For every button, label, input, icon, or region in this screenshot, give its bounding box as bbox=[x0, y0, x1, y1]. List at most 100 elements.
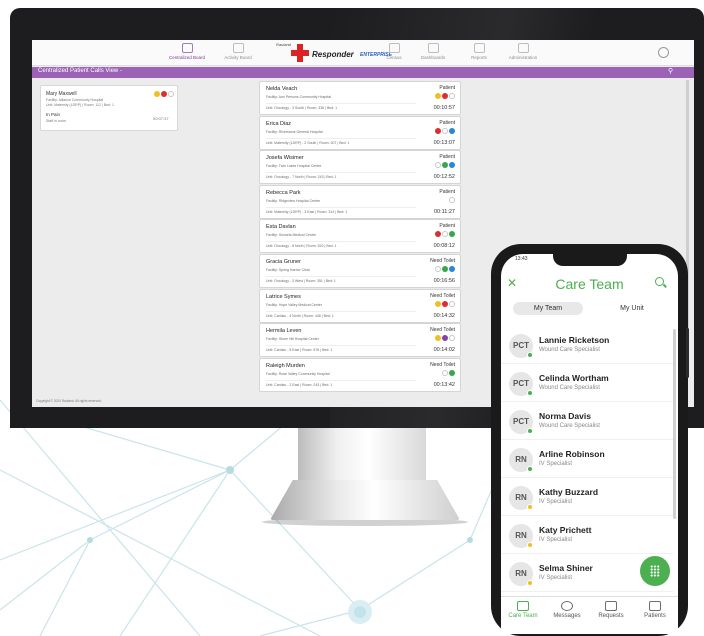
list-item[interactable]: PCT Lannie Ricketson Wound Care Specialist bbox=[501, 326, 673, 364]
status-dots bbox=[153, 91, 174, 109]
divider bbox=[266, 345, 416, 347]
list-item[interactable]: RN Arline Robinson IV Specialist bbox=[501, 440, 673, 478]
presence-indicator-icon bbox=[527, 428, 533, 434]
call-type: Patient bbox=[439, 85, 455, 91]
list-item[interactable]: PCT Celinda Wortham Wound Care Specialist bbox=[501, 364, 673, 402]
patient-call-card[interactable]: Gracia Gruner Facility: Spring Harbor Cli… bbox=[259, 254, 461, 288]
member-name: Celinda Wortham bbox=[539, 373, 609, 383]
copyright-text: Copyright © 2020 Rauland. All rights res… bbox=[36, 399, 102, 403]
member-role: IV Specialist bbox=[539, 461, 573, 467]
call-timer: 00:13:07 bbox=[433, 139, 455, 146]
status-dot-icon bbox=[435, 231, 441, 238]
patient-call-card[interactable]: Raleigh Murden Facility: Rose Valley Comm… bbox=[259, 357, 461, 392]
call-type: Patient bbox=[439, 119, 455, 126]
nav-activity-board[interactable]: Activity Board bbox=[210, 43, 266, 60]
call-timer: 00:07:37 bbox=[153, 116, 169, 121]
requests-icon bbox=[605, 601, 617, 611]
call-note: Staff in room bbox=[46, 119, 66, 123]
member-role: Wound Care Specialist bbox=[539, 385, 600, 391]
patient-call-card[interactable]: Esta Davlan Facility: Sunsets Medical Cen… bbox=[259, 219, 461, 254]
patient-call-card[interactable]: Josefa Wisimer Facility: Twin Lakes Hospi… bbox=[259, 150, 461, 185]
facility: Facility: Ridgeview Hospital Center bbox=[266, 198, 321, 203]
call-timer: 00:08:12 bbox=[433, 243, 455, 250]
patient-call-card[interactable]: Rebecca Park Facility: Ridgeview Hospital… bbox=[259, 184, 461, 219]
nav-patients[interactable]: Patients bbox=[633, 601, 677, 619]
phone-screen: 13:43 ✕ Care Team My Team My Unit PCT Lan… bbox=[501, 254, 678, 634]
member-role: Wound Care Specialist bbox=[539, 347, 600, 353]
patient-name: Nelda Veach bbox=[266, 86, 298, 92]
unit-room: Unit: Maternity (LDRP) | Room: 112 | Bed… bbox=[46, 103, 114, 107]
view-title-bar: Centralized Patient Calls View - ⚲ bbox=[32, 67, 694, 78]
unit-room: Unit: Cardiac - 4 North | Room: 446 | Be… bbox=[266, 313, 334, 318]
member-role: IV Specialist bbox=[539, 499, 573, 505]
list-item[interactable]: PCT Norma Davis Wound Care Specialist bbox=[501, 402, 673, 440]
member-name: Arline Robinson bbox=[539, 449, 605, 459]
dialpad-button[interactable] bbox=[640, 556, 670, 586]
phone-notch bbox=[553, 254, 627, 266]
nav-centralized-board[interactable]: Centralized Board bbox=[159, 43, 215, 60]
status-dot-icon bbox=[435, 162, 441, 169]
search-icon[interactable]: ⚲ bbox=[668, 67, 673, 75]
presence-indicator-icon bbox=[527, 542, 533, 548]
user-profile-icon[interactable] bbox=[658, 47, 669, 58]
call-type: Need Toilet bbox=[430, 258, 455, 264]
patient-name: Erica Diaz bbox=[266, 120, 292, 127]
facility: Facility: Spring Harbor Clinic bbox=[266, 268, 311, 272]
team-tabs: My Team My Unit bbox=[511, 302, 669, 324]
care-team-icon bbox=[517, 601, 529, 611]
member-name: Lannie Ricketson bbox=[539, 335, 610, 345]
divider bbox=[266, 172, 416, 174]
search-icon[interactable] bbox=[655, 277, 664, 286]
member-role: IV Specialist bbox=[539, 575, 573, 581]
call-timer: 00:13:42 bbox=[433, 381, 455, 388]
call-type: Patient bbox=[439, 188, 455, 195]
presence-indicator-icon bbox=[527, 352, 533, 358]
call-timer: 00:11:27 bbox=[433, 208, 455, 215]
status-dot-icon bbox=[449, 266, 455, 272]
list-item[interactable]: RN Kathy Buzzard IV Specialist bbox=[501, 478, 673, 516]
page-title: Centralized Patient Calls View - bbox=[38, 68, 122, 74]
status-dot-icon bbox=[442, 369, 448, 376]
tab-my-team[interactable]: My Team bbox=[513, 302, 583, 315]
call-timer: 00:10:57 bbox=[433, 105, 455, 111]
divider bbox=[266, 103, 416, 104]
nav-administration[interactable]: Administration bbox=[495, 43, 551, 60]
facility: Facility: Riverstone General Hospital bbox=[266, 129, 323, 134]
status-dot-icon bbox=[442, 231, 448, 238]
status-dot-icon bbox=[442, 93, 448, 99]
admin-gear-icon bbox=[517, 43, 529, 53]
unit-room: Unit: Maternity (LDRP) - 3 East | Room: … bbox=[266, 209, 348, 214]
patient-call-card[interactable]: Latrice Symes Facility: Hope Valley Medic… bbox=[259, 288, 461, 323]
patient-name: Josefa Wisimer bbox=[266, 155, 304, 162]
list-scrollbar[interactable] bbox=[673, 329, 676, 519]
presence-indicator-icon bbox=[527, 504, 533, 510]
presence-indicator-icon bbox=[527, 390, 533, 396]
patient-call-card[interactable]: Hermila Leven Facility: Stone Hill Hospit… bbox=[259, 323, 461, 358]
facility: Facility: Alliance Community Hospital bbox=[46, 98, 104, 102]
nav-messages[interactable]: Messages bbox=[545, 601, 589, 619]
nav-care-team[interactable]: Care Team bbox=[501, 601, 545, 619]
active-call-card[interactable]: Mary Maxwell Facility: Alliance Communit… bbox=[40, 85, 178, 131]
patient-call-card[interactable]: Nelda Veach Facility: Ann Persons Communi… bbox=[259, 81, 461, 115]
status-dot-icon bbox=[449, 231, 455, 238]
member-name: Kathy Buzzard bbox=[539, 487, 599, 497]
divider bbox=[266, 137, 416, 139]
status-dot-icon bbox=[154, 91, 160, 97]
call-timer: 00:14:02 bbox=[433, 347, 455, 354]
status-dot-icon bbox=[449, 162, 455, 169]
status-dot-icon bbox=[449, 93, 455, 99]
facility: Facility: Stone Hill Hospital Center bbox=[266, 337, 319, 342]
patient-call-card[interactable]: Erica Diaz Facility: Riverstone General H… bbox=[259, 115, 461, 150]
patient-name: Rebecca Park bbox=[266, 189, 301, 196]
unit-room: Unit: Cardiac - 2 East | Room: 243 | Bed… bbox=[266, 382, 333, 387]
call-timer: 00:16:56 bbox=[433, 278, 455, 284]
patient-name: Raleigh Murden bbox=[266, 362, 305, 369]
tab-my-unit[interactable]: My Unit bbox=[597, 305, 667, 312]
call-type: Need Toilet bbox=[430, 327, 455, 334]
reports-icon bbox=[473, 43, 485, 53]
status-dot-icon bbox=[435, 93, 441, 99]
facility: Facility: Ann Persons Community Hospital bbox=[266, 95, 331, 99]
nav-requests[interactable]: Requests bbox=[589, 601, 633, 619]
status-dot-icon bbox=[435, 335, 441, 342]
list-item[interactable]: RN Katy Prichett IV Specialist bbox=[501, 516, 673, 554]
